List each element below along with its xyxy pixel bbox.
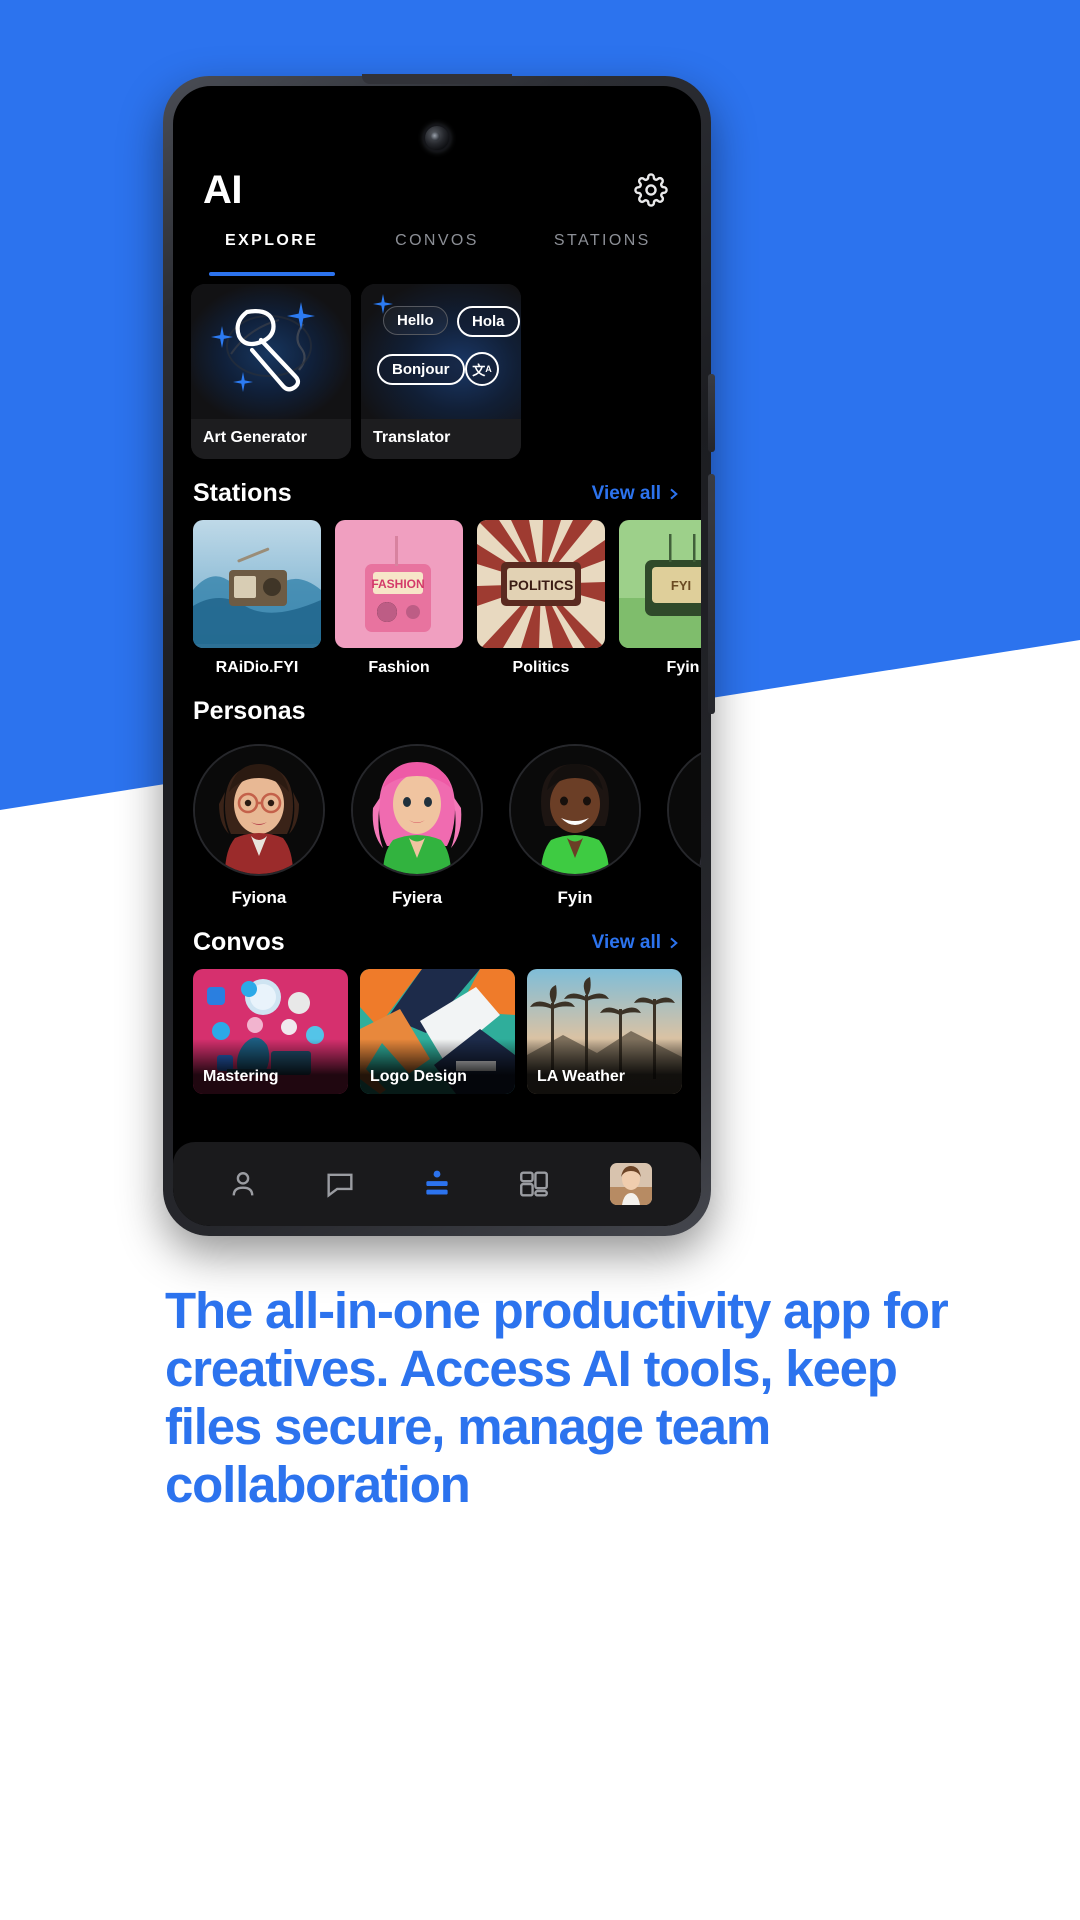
convos-row[interactable]: Mastering Logo Design LA Weather (173, 969, 701, 1094)
politics-retro-tv-art: POLITICS (477, 520, 605, 648)
station-card[interactable]: FASHION Fashion (335, 520, 463, 677)
personas-section-header: Personas (173, 677, 701, 738)
feature-card-label: Art Generator (191, 419, 351, 459)
tab-explore[interactable]: EXPLORE (189, 226, 354, 276)
stations-section-header: Stations View all (173, 459, 701, 520)
station-card[interactable]: POLITICS Politics (477, 520, 605, 677)
explore-content[interactable]: Art Generator Hello Hola Bonjour 文A Tran… (173, 284, 701, 1142)
nav-item-stations[interactable] (410, 1161, 464, 1207)
person-icon (232, 1172, 254, 1196)
front-camera-icon (425, 126, 449, 150)
dashboard-grid-icon (519, 1171, 548, 1197)
station-name: Politics (512, 659, 570, 676)
station-name: RAiDio.FYI (215, 659, 299, 676)
language-swap-icon: 文A (465, 352, 499, 386)
convo-card[interactable]: Mastering (193, 969, 348, 1094)
sparkle-icon (233, 372, 253, 392)
man-smiling-avatar (511, 746, 639, 874)
convo-name: LA Weather (537, 1068, 626, 1085)
station-thumbnail: FASHION (335, 520, 463, 648)
feature-card-row: Art Generator Hello Hola Bonjour 文A Tran… (173, 284, 701, 459)
nav-item-profile[interactable] (604, 1161, 658, 1207)
bottom-navigation (173, 1142, 701, 1226)
pink-fashion-radio-art: FASHION (335, 520, 463, 648)
phone-screen: AI EXPLORE CONVOS STATIONS Art Generator… (173, 86, 701, 1226)
convos-view-all-label: View all (591, 931, 661, 953)
tab-convos[interactable]: CONVOS (354, 226, 519, 276)
convos-view-all-button[interactable]: View all (592, 932, 681, 954)
convo-name: Mastering (203, 1068, 279, 1085)
stations-view-all-button[interactable]: View all (592, 483, 681, 505)
stations-icon (426, 1170, 448, 1195)
convos-section-header: Convos View all (173, 908, 701, 969)
radio-water-splash-art (193, 520, 321, 648)
chip-hola: Hola (457, 306, 520, 337)
avatar (351, 744, 483, 876)
chip-bonjour: Bonjour (377, 354, 465, 385)
persona-card[interactable]: Fyin (509, 744, 641, 908)
sparkle-icon (211, 326, 233, 348)
svg-text:FYI: FYI (671, 578, 691, 593)
chevron-right-icon (670, 937, 678, 948)
sparkle-icon (287, 302, 315, 330)
earpiece-speaker-icon (362, 74, 512, 84)
convos-title: Convos (193, 928, 285, 956)
tab-stations[interactable]: STATIONS (520, 226, 685, 276)
persona-card[interactable] (667, 744, 701, 908)
stations-row[interactable]: RAiDio.FYI FASHION Fashion POLITICS Poli… (173, 520, 701, 677)
personas-row[interactable]: Fyiona Fyiera Fyin (173, 738, 701, 908)
woman-pink-hair-avatar (353, 746, 481, 874)
settings-button[interactable] (631, 170, 671, 210)
personas-title: Personas (193, 697, 306, 725)
persona-name: Fyiera (391, 888, 443, 907)
nav-item-dashboard[interactable] (507, 1161, 561, 1207)
svg-text:POLITICS: POLITICS (509, 577, 574, 593)
translator-artwork: Hello Hola Bonjour 文A (361, 284, 521, 419)
app-header: AI (173, 160, 701, 220)
station-thumbnail: POLITICS (477, 520, 605, 648)
chevron-right-icon (670, 488, 678, 499)
station-thumbnail: FYI (619, 520, 701, 648)
station-name: Fyin (666, 659, 700, 676)
station-name: Fashion (368, 659, 430, 676)
persona-name: Fyiona (231, 888, 287, 907)
avatar (667, 744, 701, 876)
tagline: The all-in-one productivity app for crea… (165, 1282, 949, 1514)
svg-text:FASHION: FASHION (371, 577, 424, 591)
profile-photo (609, 1163, 652, 1205)
tab-bar: EXPLORE CONVOS STATIONS (173, 226, 701, 276)
avatar (193, 744, 325, 876)
art-generator-artwork (191, 284, 351, 419)
power-button[interactable] (708, 474, 715, 714)
convo-card[interactable]: Logo Design (360, 969, 515, 1094)
feature-card-label: Translator (361, 419, 521, 459)
stations-title: Stations (193, 479, 292, 507)
station-thumbnail (193, 520, 321, 648)
profile-avatar (609, 1163, 652, 1205)
convo-card[interactable]: LA Weather (527, 969, 682, 1094)
persona-card[interactable]: Fyiona (193, 744, 325, 908)
station-card[interactable]: RAiDio.FYI (193, 520, 321, 677)
nav-item-person[interactable] (216, 1161, 270, 1207)
station-card[interactable]: FYI Fyin (619, 520, 701, 677)
woman-bob-glasses-avatar (195, 746, 323, 874)
persona-name: Fyin (557, 888, 593, 907)
partial-avatar (669, 746, 701, 874)
avatar (509, 744, 641, 876)
chip-hello: Hello (383, 306, 448, 335)
feature-card-translator[interactable]: Hello Hola Bonjour 文A Translator (361, 284, 521, 459)
persona-card[interactable]: Fyiera (351, 744, 483, 908)
green-retro-tv-art: FYI (619, 520, 701, 648)
gear-icon (634, 173, 668, 207)
nav-item-chat[interactable] (313, 1161, 367, 1207)
phone-mockup: AI EXPLORE CONVOS STATIONS Art Generator… (163, 74, 715, 1236)
page-title: AI (203, 167, 243, 212)
convo-name: Logo Design (370, 1068, 467, 1085)
chat-bubble-icon (327, 1173, 353, 1198)
feature-card-art-generator[interactable]: Art Generator (191, 284, 351, 459)
volume-button[interactable] (708, 374, 715, 452)
stations-view-all-label: View all (591, 482, 661, 504)
